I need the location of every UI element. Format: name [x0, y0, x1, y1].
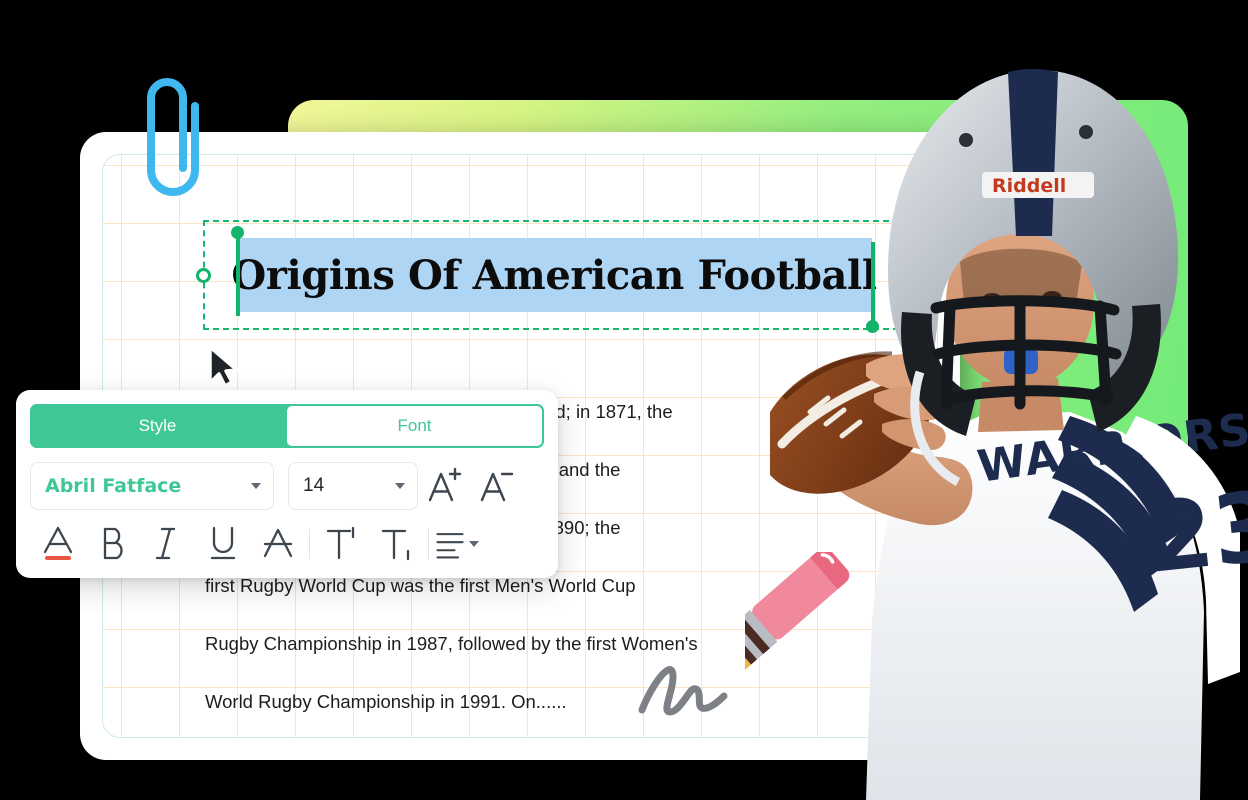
selection-handle-start-dot[interactable]: [231, 226, 244, 239]
cursor-arrow-icon: [208, 345, 239, 388]
football-player-photo: WARRIORS 23 Riddell: [770, 69, 1248, 800]
italic-button[interactable]: [140, 519, 195, 569]
tab-style[interactable]: Style: [30, 404, 285, 448]
resize-handle-left[interactable]: [196, 268, 211, 283]
bold-icon: [103, 527, 123, 560]
font-family-value: Abril Fatface: [45, 475, 182, 497]
subscript-button[interactable]: [369, 519, 424, 569]
font-size-increase-icon: [428, 467, 462, 502]
increase-font-size-button[interactable]: [418, 462, 470, 510]
toolbar-tab-group: Style Font: [30, 404, 544, 448]
chevron-down-icon: [469, 541, 479, 547]
paperclip-icon: [147, 78, 199, 196]
align-left-icon: [436, 533, 464, 559]
superscript-button[interactable]: [314, 519, 369, 569]
bold-button[interactable]: [85, 519, 140, 569]
selection-caret-start: [236, 232, 240, 316]
italic-icon: [155, 527, 175, 560]
font-size-select[interactable]: 14: [288, 462, 418, 510]
toolbar-divider: [309, 529, 310, 559]
chevron-down-icon: [251, 483, 261, 489]
strikethrough-button[interactable]: [250, 519, 305, 569]
signature-icon: [638, 666, 728, 716]
underline-button[interactable]: [195, 519, 250, 569]
font-toolbar-panel: Style Font Abril Fatface 14: [16, 390, 558, 578]
helmet-brand-text: Riddell: [992, 175, 1066, 197]
font-size-decrease-icon: [480, 472, 514, 502]
tab-font[interactable]: Font: [285, 404, 544, 448]
text-color-button[interactable]: [30, 519, 85, 569]
underline-icon: [210, 526, 235, 560]
tab-style-label: Style: [138, 416, 177, 435]
subscript-icon: [381, 529, 409, 561]
format-buttons-row: [30, 518, 544, 570]
font-size-value: 14: [303, 475, 325, 496]
decrease-font-size-button[interactable]: [470, 462, 522, 510]
align-button[interactable]: [433, 519, 479, 569]
font-controls-row: Abril Fatface 14: [30, 462, 544, 510]
chevron-down-icon: [395, 483, 405, 489]
tab-font-label: Font: [397, 416, 432, 435]
toolbar-divider: [428, 529, 429, 559]
text-color-icon: [43, 526, 72, 560]
screenshot-stage: Origins Of American Football Rugby origi…: [0, 0, 1248, 800]
strikethrough-icon: [263, 528, 292, 558]
font-family-select[interactable]: Abril Fatface: [30, 462, 274, 510]
superscript-icon: [326, 526, 354, 560]
jersey-number: 23: [1141, 470, 1248, 595]
